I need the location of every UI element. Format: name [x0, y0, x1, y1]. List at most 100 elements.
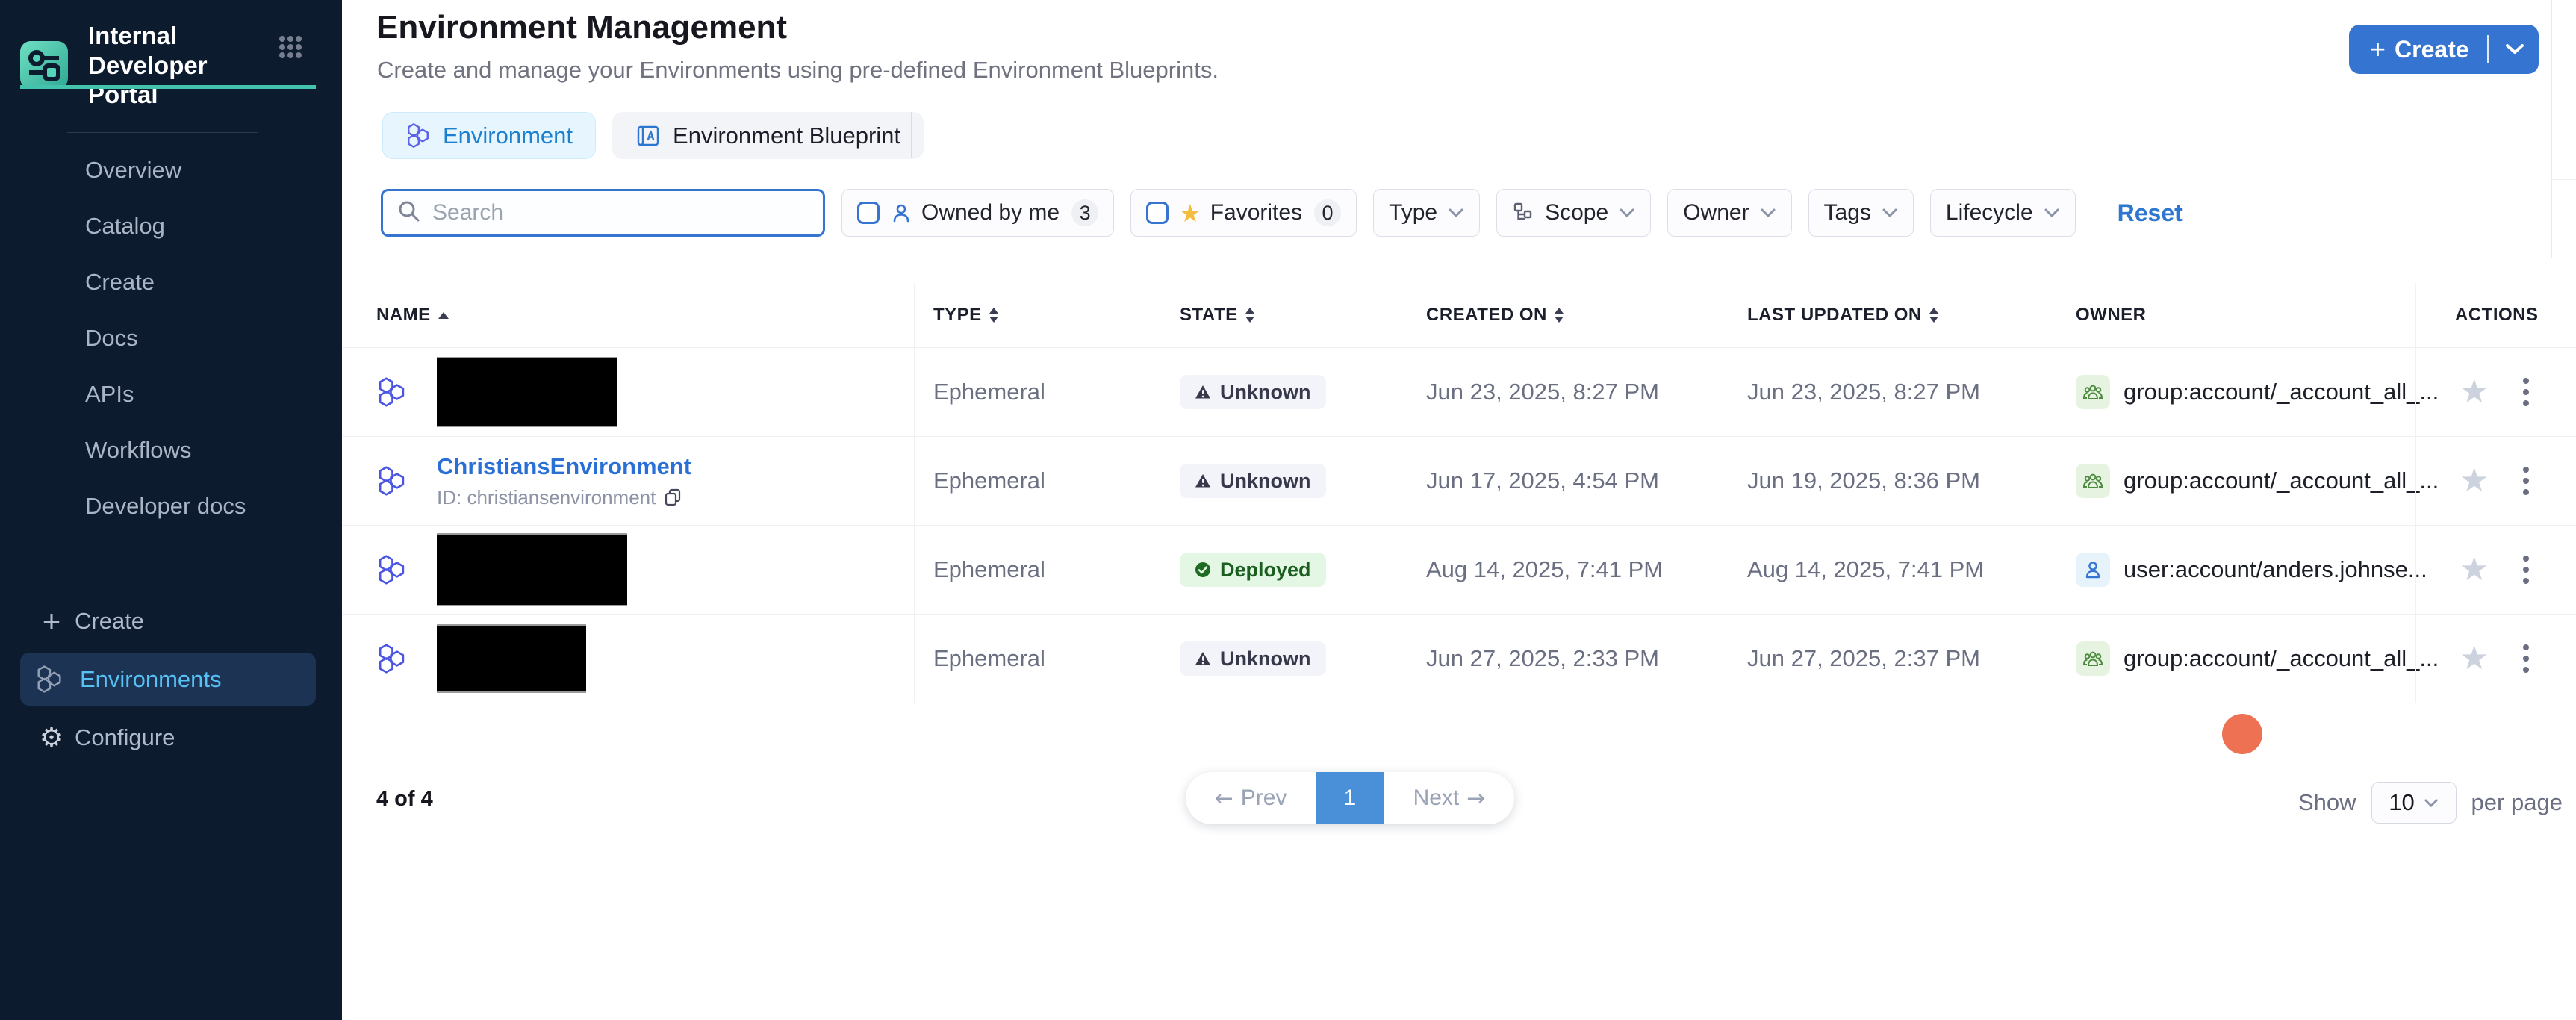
favorite-star-button[interactable]: ★: [2460, 642, 2489, 675]
sidebar-item-docs[interactable]: Docs: [0, 310, 342, 366]
sidebar-create-button[interactable]: + Create: [0, 595, 342, 647]
sort-icon: [1245, 308, 1254, 323]
state-badge-unknown: Unknown: [1180, 641, 1326, 676]
arrow-right-icon: →: [1466, 786, 1485, 812]
sidebar-item-developer-docs[interactable]: Developer docs: [0, 478, 342, 534]
column-header-name[interactable]: NAME: [342, 283, 915, 347]
environment-name-redacted[interactable]: [437, 357, 617, 427]
create-button-label: Create: [2395, 36, 2469, 63]
environment-name-redacted[interactable]: [437, 533, 627, 606]
favorite-star-button[interactable]: ★: [2460, 376, 2489, 408]
favorite-star-button[interactable]: ★: [2460, 464, 2489, 497]
sidebar-item-configure[interactable]: ⚙ Configure: [0, 712, 342, 764]
environment-tab-icon: [405, 122, 431, 149]
sidebar-item-create[interactable]: Create: [0, 254, 342, 310]
copy-icon[interactable]: [663, 488, 682, 507]
sidebar-item-environments[interactable]: Environments: [20, 653, 316, 706]
scope-filter-dropdown[interactable]: Scope: [1496, 189, 1651, 237]
row-menu-button[interactable]: [2519, 640, 2533, 677]
chevron-down-icon: [2424, 798, 2439, 808]
table-row: Ephemeral Unknown Jun 23, 2025, 8:27 PM …: [342, 348, 2576, 437]
sidebar-item-workflows[interactable]: Workflows: [0, 422, 342, 478]
app-logo-icon: [20, 41, 68, 89]
page-size-select[interactable]: 10: [2371, 782, 2457, 824]
lifecycle-filter-label: Lifecycle: [1946, 200, 2033, 226]
chevron-down-icon: [1619, 208, 1635, 218]
tags-filter-dropdown[interactable]: Tags: [1808, 189, 1914, 237]
owned-by-me-label: Owned by me: [921, 200, 1060, 226]
sidebar-configure-label: Configure: [75, 724, 175, 751]
created-on-cell: Jun 27, 2025, 2:33 PM: [1407, 645, 1729, 672]
chevron-down-icon: [1760, 208, 1776, 218]
prev-page-button[interactable]: ← Prev: [1186, 772, 1316, 824]
chevron-down-icon: [1448, 208, 1464, 218]
column-header-type[interactable]: TYPE: [915, 305, 1161, 326]
favorites-filter[interactable]: ★ Favorites 0: [1130, 189, 1357, 237]
owner-filter-dropdown[interactable]: Owner: [1667, 189, 1791, 237]
sidebar-divider: [67, 132, 258, 133]
row-menu-button[interactable]: [2519, 551, 2533, 588]
state-badge-unknown: Unknown: [1180, 464, 1326, 498]
owner-cell: group:account/_account_all_...: [2057, 641, 2415, 676]
create-button[interactable]: + Create: [2349, 25, 2539, 74]
chevron-down-icon[interactable]: [2505, 43, 2524, 55]
arrow-left-icon: ←: [1215, 786, 1233, 812]
warning-icon: [1195, 385, 1211, 399]
app-title: Internal Developer Portal: [88, 21, 245, 110]
type-filter-dropdown[interactable]: Type: [1373, 189, 1480, 237]
row-menu-button[interactable]: [2519, 462, 2533, 500]
environment-name-redacted[interactable]: [437, 624, 586, 693]
search-icon: [396, 199, 422, 228]
group-icon: [2076, 375, 2110, 409]
help-floating-button[interactable]: [2222, 714, 2262, 754]
tab-environment[interactable]: Environment: [382, 112, 596, 159]
page-number-1[interactable]: 1: [1316, 772, 1384, 824]
reset-filters-button[interactable]: Reset: [2118, 199, 2183, 227]
column-header-state[interactable]: STATE: [1161, 305, 1407, 326]
column-header-last-updated-on[interactable]: LAST UPDATED ON: [1729, 305, 2057, 326]
environment-icon: [376, 376, 407, 408]
main-content: Environment Management Create and manage…: [342, 0, 2576, 1020]
environments-icon: [35, 665, 63, 694]
plus-icon: +: [2370, 34, 2386, 65]
user-icon: [890, 202, 912, 224]
tab-environment-blueprint[interactable]: Environment Blueprint: [612, 112, 924, 159]
owner-cell: group:account/_account_all_...: [2057, 375, 2415, 409]
column-header-created-on[interactable]: CREATED ON: [1407, 305, 1729, 326]
owner-cell: group:account/_account_all_...: [2057, 464, 2415, 498]
owned-by-me-checkbox[interactable]: [857, 202, 880, 224]
table-row: Ephemeral Unknown Jun 27, 2025, 2:33 PM …: [342, 615, 2576, 703]
blueprint-icon: [635, 123, 661, 149]
app-switcher-icon[interactable]: [279, 35, 302, 63]
owned-by-me-filter[interactable]: Owned by me 3: [841, 189, 1114, 237]
check-circle-icon: [1195, 562, 1211, 578]
environment-icon: [376, 465, 407, 497]
filter-bar: Owned by me 3 ★ Favorites 0 Type: [381, 189, 2183, 237]
sidebar-nav: Overview Catalog Create Docs APIs Workfl…: [0, 142, 342, 534]
environment-id: ID: christiansenvironment: [437, 486, 691, 509]
warning-icon: [1195, 473, 1211, 488]
per-page-label: per page: [2471, 789, 2563, 816]
type-cell: Ephemeral: [915, 467, 1161, 494]
type-cell: Ephemeral: [915, 556, 1161, 583]
sidebar-environments-label: Environments: [80, 666, 222, 693]
search-input[interactable]: [432, 200, 806, 226]
next-page-button[interactable]: Next →: [1384, 772, 1514, 824]
lifecycle-filter-dropdown[interactable]: Lifecycle: [1930, 189, 2076, 237]
sidebar-item-apis[interactable]: APIs: [0, 366, 342, 422]
column-header-actions: ACTIONS: [2415, 283, 2576, 347]
sidebar-item-catalog[interactable]: Catalog: [0, 198, 342, 254]
search-box[interactable]: [381, 189, 825, 237]
environments-table: NAME TYPE STATE CREATED ON LAST UPDATED …: [342, 258, 2576, 703]
chevron-down-icon: [2044, 208, 2060, 218]
favorites-checkbox[interactable]: [1146, 202, 1169, 224]
page-subtitle: Create and manage your Environments usin…: [377, 57, 1219, 84]
favorite-star-button[interactable]: ★: [2460, 553, 2489, 586]
sidebar-item-overview[interactable]: Overview: [0, 142, 342, 198]
table-header-row: NAME TYPE STATE CREATED ON LAST UPDATED …: [342, 258, 2576, 348]
sidebar-create-label: Create: [75, 608, 144, 635]
row-menu-button[interactable]: [2519, 373, 2533, 411]
user-icon: [2076, 553, 2110, 587]
environment-name-link[interactable]: ChristiansEnvironment: [437, 453, 691, 480]
pagination-control: ← Prev 1 Next →: [1186, 772, 1514, 824]
